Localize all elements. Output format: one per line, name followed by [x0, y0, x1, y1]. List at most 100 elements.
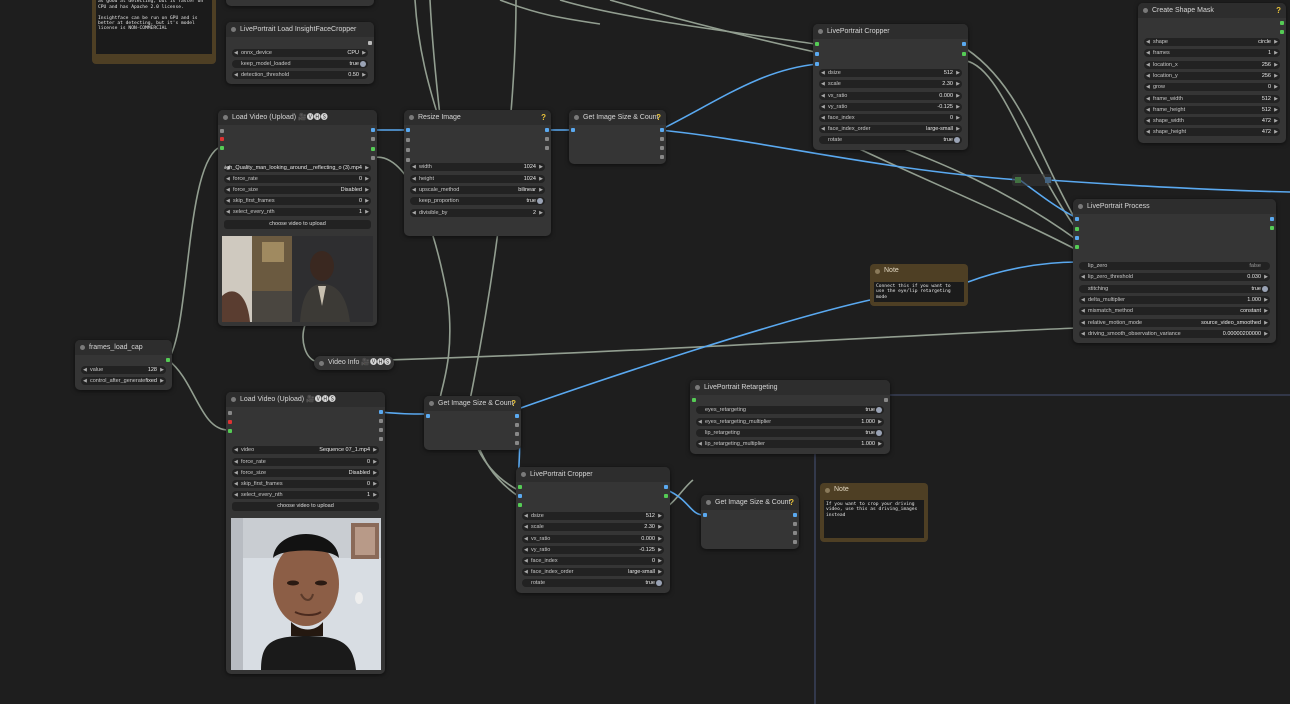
location-y-widget[interactable]: ◀ location_y 256 ▶ [1144, 72, 1280, 80]
input-slot[interactable] [1075, 245, 1079, 249]
control-after-generate-widget[interactable]: ◀ control_after_generate fixed ▶ [81, 377, 166, 385]
collapse-dot[interactable] [231, 27, 236, 32]
note-crop-driving-hint[interactable]: Note If you want to crop your driving vi… [820, 483, 928, 542]
frames-load-cap-node[interactable]: frames_load_cap ◀ value 128 ▶ ◀ control_afte… [75, 340, 172, 390]
output-slot[interactable] [793, 531, 797, 535]
eyes-retargeting-multiplier-widget[interactable]: ◀ eyes_retargeting_multiplier 1.000 ▶ [696, 418, 884, 426]
input-slot-image[interactable] [518, 494, 522, 498]
force-size-widget[interactable]: ◀ force_size Disabled ▶ [232, 469, 379, 477]
collapse-dot[interactable] [818, 29, 823, 34]
output-slot[interactable] [515, 441, 519, 445]
output-slot[interactable] [1270, 226, 1274, 230]
video-filename-widget[interactable]: ◀ High_Quality_man_looking_around__reflec… [224, 164, 371, 172]
output-slot[interactable] [660, 155, 664, 159]
output-slot[interactable] [962, 42, 966, 46]
input-slot-image[interactable] [815, 52, 819, 56]
load-video-node-2[interactable]: Load Video (Upload) 🎥🅥🅗🅢 ◀ video Sequence … [226, 392, 385, 674]
shape-height-widget[interactable]: ◀ shape_height 472 ▶ [1144, 128, 1280, 136]
collapse-dot[interactable] [706, 500, 711, 505]
output-slot[interactable] [515, 423, 519, 427]
liveportrait-cropper-node-2[interactable]: LivePortrait Cropper ◀ dsize 512 ▶ ◀ scale 2.… [516, 467, 670, 593]
dsize-widget[interactable]: ◀ dsize 512 ▶ [819, 69, 962, 77]
output-slot[interactable] [962, 52, 966, 56]
input-slot[interactable] [228, 429, 232, 433]
force-rate-widget[interactable]: ◀ force_rate 0 ▶ [232, 458, 379, 466]
input-slot-image[interactable] [426, 414, 430, 418]
input-slot-image[interactable] [571, 128, 575, 132]
load-video-node-1[interactable]: Load Video (Upload) 🎥🅥🅗🅢 ◀ High_Quality_m… [218, 110, 377, 326]
collapse-dot[interactable] [875, 269, 880, 274]
collapse-dot[interactable] [1143, 8, 1148, 13]
input-slot[interactable] [228, 411, 232, 415]
input-slot[interactable] [220, 129, 224, 133]
shape-widget[interactable]: ◀ shape circle ▶ [1144, 38, 1280, 46]
input-slot[interactable] [1075, 217, 1079, 221]
output-slot-image[interactable] [371, 128, 375, 132]
get-image-size-node-2[interactable]: Get Image Size & Count? [424, 396, 521, 450]
frames-widget[interactable]: ◀ frames 1 ▶ [1144, 49, 1280, 57]
driving-smooth-variance-widget[interactable]: ◀ driving_smooth_observation_variance 0.00… [1079, 330, 1270, 338]
liveportrait-process-node[interactable]: LivePortrait Process lip_zero false ◀ lip_… [1073, 199, 1276, 343]
shape-width-widget[interactable]: ◀ shape_width 472 ▶ [1144, 117, 1280, 125]
detection-threshold-widget[interactable]: ◀ detection_threshold 0.50 ▶ [232, 71, 368, 79]
input-slot[interactable] [220, 137, 224, 141]
output-slot[interactable] [368, 41, 372, 45]
note-retargeting-hint[interactable]: Note Connect this if you want to use the… [870, 264, 968, 306]
output-slot-image[interactable] [660, 128, 664, 132]
output-slot[interactable] [545, 146, 549, 150]
location-x-widget[interactable]: ◀ location_x 256 ▶ [1144, 61, 1280, 69]
collapse-dot[interactable] [695, 385, 700, 390]
output-slot[interactable] [371, 147, 375, 151]
output-slot[interactable] [660, 137, 664, 141]
face-index-widget[interactable]: ◀ face_index 0 ▶ [819, 114, 962, 122]
value-widget[interactable]: ◀ value 128 ▶ [81, 366, 166, 374]
output-slot[interactable] [515, 432, 519, 436]
collapse-dot[interactable] [409, 115, 414, 120]
node-graph-canvas[interactable]: Retinaface model i run on GPU and isn't … [0, 0, 1290, 704]
input-slot[interactable] [406, 148, 410, 152]
vx-ratio-widget[interactable]: ◀ vx_ratio 0.000 ▶ [522, 535, 664, 543]
collapse-dot[interactable] [319, 360, 324, 366]
output-slot[interactable] [371, 137, 375, 141]
collapse-dot[interactable] [231, 397, 236, 402]
width-widget[interactable]: ◀ width 1024 ▶ [410, 163, 545, 171]
vx-ratio-widget[interactable]: ◀ vx_ratio 0.000 ▶ [819, 92, 962, 100]
rotate-toggle[interactable]: rotate true [522, 579, 664, 587]
output-slot[interactable] [793, 540, 797, 544]
output-slot[interactable] [660, 146, 664, 150]
upscale-method-widget[interactable]: ◀ upscale_method bilinear ▶ [410, 186, 545, 194]
output-slot[interactable] [664, 485, 668, 489]
output-slot[interactable] [371, 156, 375, 160]
face-index-order-widget[interactable]: ◀ face_index_order large-small ▶ [819, 125, 962, 133]
lip-zero-threshold-widget[interactable]: ◀ lip_zero_threshold 0.030 ▶ [1079, 273, 1270, 281]
output-slot[interactable] [545, 137, 549, 141]
relative-motion-mode-widget[interactable]: ◀ relative_motion_mode source_video_smooth… [1079, 319, 1270, 327]
force-rate-widget[interactable]: ◀ force_rate 0 ▶ [224, 175, 371, 183]
scale-widget[interactable]: ◀ scale 2.30 ▶ [522, 523, 664, 531]
dsize-widget[interactable]: ◀ dsize 512 ▶ [522, 512, 664, 520]
liveportrait-cropper-node-1[interactable]: LivePortrait Cropper ◀ dsize 512 ▶ ◀ scale 2.… [813, 24, 968, 150]
output-slot[interactable] [1270, 217, 1274, 221]
vy-ratio-widget[interactable]: ◀ vy_ratio -0.125 ▶ [522, 546, 664, 554]
input-slot[interactable] [406, 158, 410, 162]
select-every-nth-widget[interactable]: ◀ select_every_nth 1 ▶ [224, 208, 371, 216]
output-slot-image[interactable] [515, 414, 519, 418]
get-image-size-node-3[interactable]: Get Image Size & Count? [701, 495, 799, 549]
select-every-nth-widget[interactable]: ◀ select_every_nth 1 ▶ [232, 491, 379, 499]
force-size-widget[interactable]: ◀ force_size Disabled ▶ [224, 186, 371, 194]
resize-image-node[interactable]: Resize Image? ◀ width 1024 ▶ ◀ height 1024 ▶ ◀… [404, 110, 551, 236]
vy-ratio-widget[interactable]: ◀ vy_ratio -0.125 ▶ [819, 103, 962, 111]
insightface-loader-node[interactable]: LivePortrait Load InsightFaceCropper ◀ on… [226, 22, 374, 84]
input-slot[interactable] [1075, 236, 1079, 240]
scale-widget[interactable]: ◀ scale 2.30 ▶ [819, 80, 962, 88]
grow-widget[interactable]: ◀ grow 0 ▶ [1144, 83, 1280, 91]
frame-width-widget[interactable]: ◀ frame_width 512 ▶ [1144, 95, 1280, 103]
output-slot[interactable] [1280, 21, 1284, 25]
choose-video-button[interactable]: choose video to upload [224, 220, 371, 229]
collapse-dot[interactable] [521, 472, 526, 477]
input-slot[interactable] [518, 503, 522, 507]
lip-retargeting-toggle[interactable]: lip_retargeting true [696, 429, 884, 437]
output-slot[interactable] [1280, 30, 1284, 34]
collapse-dot[interactable] [223, 115, 228, 120]
help-icon[interactable]: ? [541, 110, 546, 125]
